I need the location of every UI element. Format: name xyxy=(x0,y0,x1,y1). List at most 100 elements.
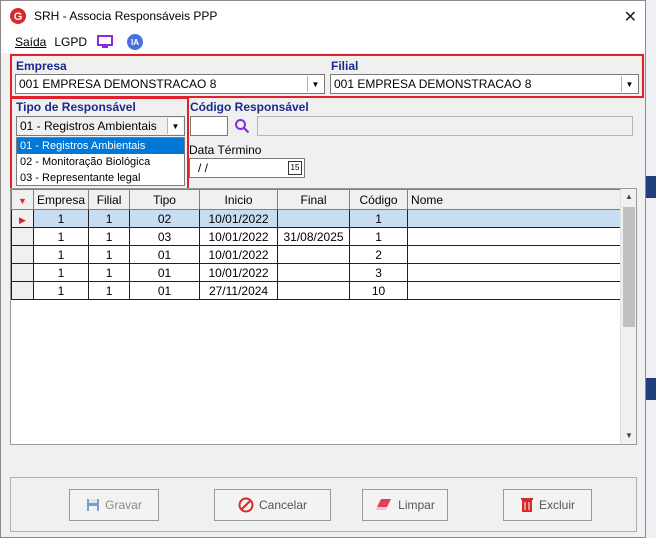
data-termino-label: Data Término xyxy=(189,143,262,157)
cell[interactable]: 1 xyxy=(349,227,409,246)
filial-select[interactable]: 001 EMPRESA DEMONSTRACAO 8 ▼ xyxy=(330,74,639,94)
scroll-thumb[interactable] xyxy=(623,207,635,327)
ia-icon[interactable]: IA xyxy=(127,34,144,50)
table-row[interactable]: 1 1 01 10/01/2022 2 xyxy=(11,245,633,264)
cell[interactable]: 1 xyxy=(32,281,90,300)
cell[interactable] xyxy=(277,281,351,300)
cell[interactable]: 1 xyxy=(88,227,131,246)
cell-nome[interactable] xyxy=(407,209,633,228)
cell[interactable]: 1 xyxy=(32,209,90,228)
button-bar: Gravar Cancelar Limpar Excluir xyxy=(10,477,637,532)
vertical-scrollbar[interactable]: ▲ ▼ xyxy=(620,189,636,444)
cell[interactable]: 01 xyxy=(129,281,201,300)
row-indicator[interactable] xyxy=(11,281,34,300)
chevron-down-icon[interactable]: ▼ xyxy=(167,118,183,134)
col-header-nome[interactable]: Nome xyxy=(407,189,633,210)
cell[interactable]: 2 xyxy=(349,245,409,264)
dialog-window: G SRH - Associa Responsáveis PPP ✕ Saída… xyxy=(0,0,646,538)
tipo-select[interactable]: 01 - Registros Ambientais ▼ xyxy=(16,116,185,136)
cell[interactable]: 02 xyxy=(129,209,201,228)
chevron-down-icon[interactable]: ▼ xyxy=(621,76,637,92)
menu-bar: Saída LGPD IA xyxy=(1,31,645,53)
col-header-final[interactable]: Final xyxy=(277,189,351,210)
col-header-tipo[interactable]: Tipo xyxy=(129,189,201,210)
cell[interactable]: 1 xyxy=(88,245,131,264)
row-indicator[interactable] xyxy=(11,245,34,264)
data-termino-input[interactable]: / / 15 xyxy=(189,158,305,178)
row-indicator[interactable] xyxy=(11,263,34,282)
save-icon xyxy=(86,498,100,512)
codigo-label: Código Responsável xyxy=(190,100,309,114)
row-indicator[interactable]: ▶ xyxy=(11,209,34,228)
excluir-button[interactable]: Excluir xyxy=(503,489,592,521)
cell[interactable]: 03 xyxy=(129,227,201,246)
sort-indicator[interactable]: ▼ xyxy=(11,189,34,210)
codigo-input[interactable] xyxy=(190,116,228,136)
empresa-select[interactable]: 001 EMPRESA DEMONSTRACAO 8 ▼ xyxy=(15,74,325,94)
cell-nome[interactable] xyxy=(407,263,633,282)
empresa-value: 001 EMPRESA DEMONSTRACAO 8 xyxy=(19,77,217,91)
cell-nome[interactable] xyxy=(407,227,633,246)
data-termino-value: / / xyxy=(198,161,209,175)
filial-label: Filial xyxy=(331,59,359,73)
menu-saida[interactable]: Saída xyxy=(15,35,46,49)
cell-nome[interactable] xyxy=(407,245,633,264)
cell[interactable]: 27/11/2024 xyxy=(199,281,279,300)
cell[interactable]: 3 xyxy=(349,263,409,282)
cell[interactable]: 10/01/2022 xyxy=(199,245,279,264)
title-bar: G SRH - Associa Responsáveis PPP ✕ xyxy=(1,1,645,31)
col-header-empresa[interactable]: Empresa xyxy=(32,189,90,210)
cell[interactable]: 10/01/2022 xyxy=(199,227,279,246)
close-icon[interactable]: ✕ xyxy=(624,7,637,27)
gravar-label: Gravar xyxy=(105,498,142,512)
cell[interactable]: 31/08/2025 xyxy=(277,227,351,246)
empresa-label: Empresa xyxy=(16,59,67,73)
cell[interactable] xyxy=(277,209,351,228)
chevron-down-icon[interactable]: ▼ xyxy=(307,76,323,92)
limpar-button[interactable]: Limpar xyxy=(362,489,448,521)
cell[interactable]: 1 xyxy=(32,227,90,246)
cell[interactable]: 01 xyxy=(129,245,201,264)
row-indicator[interactable] xyxy=(11,227,34,246)
cell[interactable]: 1 xyxy=(32,245,90,264)
table-header: ▼ Empresa Filial Tipo Inicio Final Códig… xyxy=(11,189,633,210)
tipo-option[interactable]: 02 - Monitoração Biológica xyxy=(17,154,184,170)
cell[interactable] xyxy=(277,263,351,282)
cell[interactable]: 10/01/2022 xyxy=(199,209,279,228)
search-icon[interactable] xyxy=(234,118,250,134)
app-logo-icon: G xyxy=(10,8,26,24)
cancelar-button[interactable]: Cancelar xyxy=(214,489,331,521)
menu-saida-label: Saída xyxy=(15,35,47,49)
menu-lgpd[interactable]: LGPD xyxy=(54,35,87,49)
cell[interactable]: 1 xyxy=(88,263,131,282)
cell[interactable]: 1 xyxy=(88,281,131,300)
cell[interactable]: 1 xyxy=(32,263,90,282)
calendar-icon[interactable]: 15 xyxy=(288,161,302,175)
window-title: SRH - Associa Responsáveis PPP xyxy=(34,9,218,23)
cell[interactable]: 10/01/2022 xyxy=(199,263,279,282)
responsaveis-table: ▼ Empresa Filial Tipo Inicio Final Códig… xyxy=(11,189,633,300)
scroll-down-icon[interactable]: ▼ xyxy=(621,428,636,444)
table-row[interactable]: 1 1 01 10/01/2022 3 xyxy=(11,263,633,282)
responsaveis-grid: ▼ Empresa Filial Tipo Inicio Final Códig… xyxy=(10,188,637,445)
current-row-icon: ▶ xyxy=(19,214,26,225)
tipo-option[interactable]: 03 - Representante legal xyxy=(17,170,184,186)
col-header-filial[interactable]: Filial xyxy=(88,189,131,210)
table-row[interactable]: 1 1 03 10/01/2022 31/08/2025 1 xyxy=(11,227,633,246)
table-row[interactable]: ▶ 1 1 02 10/01/2022 1 xyxy=(11,209,633,228)
sort-down-icon[interactable]: ▼ xyxy=(18,196,27,206)
col-header-codigo[interactable]: Código xyxy=(349,189,409,210)
gravar-button[interactable]: Gravar xyxy=(69,489,159,521)
cell[interactable] xyxy=(277,245,351,264)
cell-nome[interactable] xyxy=(407,281,633,300)
col-header-inicio[interactable]: Inicio xyxy=(199,189,279,210)
table-row[interactable]: 1 1 01 27/11/2024 10 xyxy=(11,281,633,300)
cell[interactable]: 1 xyxy=(349,209,409,228)
cell[interactable]: 01 xyxy=(129,263,201,282)
tipo-option[interactable]: 01 - Registros Ambientais xyxy=(17,138,184,154)
scroll-up-icon[interactable]: ▲ xyxy=(621,189,636,205)
cell[interactable]: 10 xyxy=(349,281,409,300)
eraser-icon xyxy=(375,498,393,512)
cell[interactable]: 1 xyxy=(88,209,131,228)
monitor-icon[interactable] xyxy=(97,35,114,49)
